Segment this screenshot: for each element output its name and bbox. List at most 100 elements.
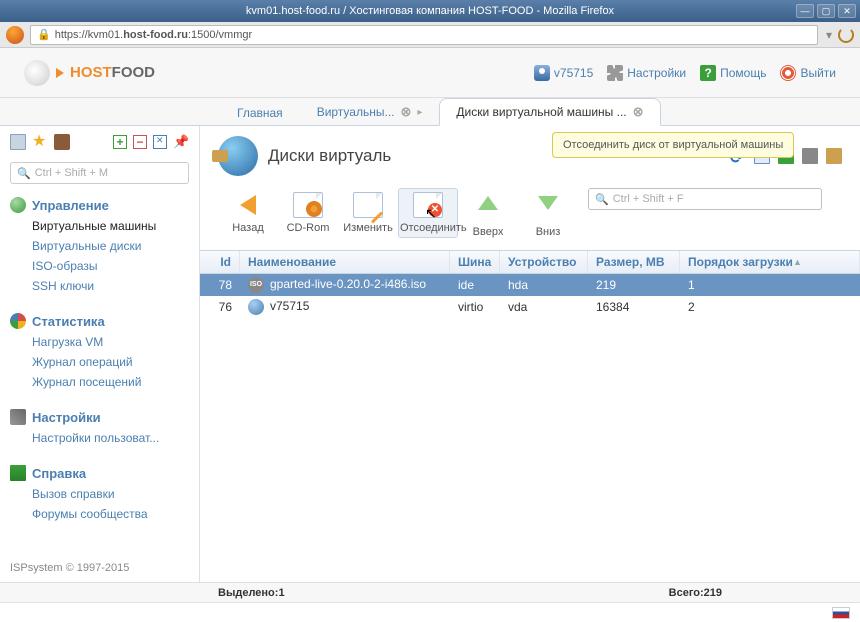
unlink-button[interactable]: ✕ ↖ Отсоединить [398, 188, 458, 238]
edit-icon [353, 192, 383, 218]
settings-link[interactable]: Настройки [607, 65, 686, 81]
book-icon [10, 465, 26, 481]
firefox-icon[interactable] [6, 26, 24, 44]
table-header: Id Наименование Шина Устройство Размер, … [200, 250, 860, 274]
arrow-up-icon [473, 196, 503, 222]
window-title: kvm01.host-food.ru / Хостинговая компани… [8, 5, 852, 17]
up-button[interactable]: Вверх [458, 188, 518, 242]
tab-home[interactable]: Главная [220, 100, 300, 126]
sidebar-head-manage[interactable]: Управление [10, 194, 189, 216]
col-dev[interactable]: Устройство [500, 251, 588, 273]
tab-disks[interactable]: Диски виртуальной машины ... ⊗ [439, 98, 660, 126]
sidebar: ★ + − 📌 🔍 Ctrl + Shift + M Управление Ви… [0, 126, 200, 582]
document-icon[interactable] [10, 134, 26, 150]
flag-ru-icon[interactable] [832, 607, 850, 619]
sidebar-item-iso[interactable]: ISO-образы [10, 256, 189, 276]
browser-title-bar: kvm01.host-food.ru / Хостинговая компани… [0, 0, 860, 22]
logo-disc-icon [24, 60, 50, 86]
help-link[interactable]: ? Помощь [700, 65, 766, 81]
reload-icon[interactable] [838, 27, 854, 43]
table-row[interactable]: 78 ISOgparted-live-0.20.0-2-i486.iso ide… [200, 274, 860, 296]
sidebar-toolbar: ★ + − 📌 [10, 134, 189, 156]
col-order[interactable]: Порядок загрузки ▲ [680, 251, 860, 273]
arrow-left-icon [233, 192, 263, 218]
sidebar-item-vm[interactable]: Виртуальные машины [10, 216, 189, 236]
sidebar-item-vislog[interactable]: Журнал посещений [10, 372, 189, 392]
action-search[interactable]: 🔍 Ctrl + Shift + F [588, 188, 822, 210]
page-title: Диски виртуаль [268, 146, 391, 166]
bottom-bar [0, 602, 860, 622]
col-id[interactable]: Id [200, 251, 240, 273]
browser-tools: ▾ [826, 27, 854, 43]
tab-bar: Главная Виртуальны... ⊗ ▸ Диски виртуаль… [0, 98, 860, 126]
configure-icon[interactable] [826, 148, 842, 164]
star-icon[interactable]: ★ [32, 134, 48, 150]
sidebar-item-oplog[interactable]: Журнал операций [10, 352, 189, 372]
sidebar-head-help[interactable]: Справка [10, 462, 189, 484]
col-name[interactable]: Наименование [240, 251, 450, 273]
pin-icon[interactable]: 📌 [173, 134, 189, 150]
url-input[interactable]: 🔒 https://kvm01.host-food.ru:1500/vmmgr [30, 25, 818, 45]
content-header: Диски виртуаль Отсоединить диск от вирту… [200, 126, 860, 186]
cdrom-button[interactable]: CD-Rom [278, 188, 338, 238]
sidebar-item-forums[interactable]: Форумы сообщества [10, 504, 189, 524]
content: Диски виртуаль Отсоединить диск от вирту… [200, 126, 860, 582]
search-icon: 🔍 [17, 167, 31, 180]
col-size[interactable]: Размер, МВ [588, 251, 680, 273]
down-button[interactable]: Вниз [518, 188, 578, 242]
table-row[interactable]: 76 v75715 virtio vda 16384 2 [200, 296, 860, 318]
dropdown-icon[interactable]: ▾ [826, 28, 832, 42]
exit-link[interactable]: Выйти [780, 65, 836, 81]
help-icon: ? [700, 65, 716, 81]
collapse-icon[interactable] [153, 135, 167, 149]
minus-icon[interactable]: − [133, 135, 147, 149]
action-toolbar: Назад CD-Rom Изменить ✕ ↖ Отсоединить Вв… [200, 186, 860, 250]
address-bar: 🔒 https://kvm01.host-food.ru:1500/vmmgr … [0, 22, 860, 48]
sidebar-item-helpcall[interactable]: Вызов справки [10, 484, 189, 504]
sort-asc-icon: ▲ [793, 257, 802, 267]
sidebar-item-ssh[interactable]: SSH ключи [10, 276, 189, 296]
logo[interactable]: HOSTFOOD [24, 60, 155, 86]
cdrom-icon [293, 192, 323, 218]
gear-icon [607, 65, 623, 81]
search-icon: 🔍 [595, 193, 609, 206]
logo-arrow-icon [56, 68, 64, 78]
back-button[interactable]: Назад [218, 188, 278, 238]
globe-large-icon [218, 136, 258, 176]
window-controls: — ▢ ✕ [796, 4, 856, 18]
total-label: Всего: [669, 587, 704, 599]
tools-icon [10, 409, 26, 425]
sidebar-item-load[interactable]: Нагрузка VM [10, 332, 189, 352]
minimize-icon[interactable]: — [796, 4, 814, 18]
app-header: HOSTFOOD v75715 Настройки ? Помощь Выйти [0, 48, 860, 98]
cursor-icon: ↖ [425, 205, 437, 222]
sidebar-head-stats[interactable]: Статистика [10, 310, 189, 332]
selected-label: Выделено: [218, 587, 278, 599]
user-icon [534, 65, 550, 81]
sidebar-search[interactable]: 🔍 Ctrl + Shift + M [10, 162, 189, 184]
plus-icon[interactable]: + [113, 135, 127, 149]
col-bus[interactable]: Шина [450, 251, 500, 273]
sidebar-head-settings[interactable]: Настройки [10, 406, 189, 428]
lock-icon: 🔒 [37, 28, 51, 41]
clipboard-icon[interactable] [54, 134, 70, 150]
user-link[interactable]: v75715 [534, 65, 593, 81]
disk-table: Id Наименование Шина Устройство Размер, … [200, 250, 860, 582]
power-icon [780, 65, 796, 81]
action-search-wrap: 🔍 Ctrl + Shift + F [588, 188, 842, 210]
chevron-right-icon: ▸ [417, 107, 422, 118]
sidebar-item-usersettings[interactable]: Настройки пользоват... [10, 428, 189, 448]
globe-icon [10, 197, 26, 213]
iso-icon: ISO [248, 277, 264, 293]
sidebar-item-disks[interactable]: Виртуальные диски [10, 236, 189, 256]
selected-value: 1 [278, 587, 284, 599]
print-icon[interactable] [802, 148, 818, 164]
tab-close-icon[interactable]: ⊗ [633, 104, 644, 120]
close-icon[interactable]: ✕ [838, 4, 856, 18]
maximize-icon[interactable]: ▢ [817, 4, 835, 18]
edit-button[interactable]: Изменить [338, 188, 398, 238]
tab-close-icon[interactable]: ⊗ [400, 104, 411, 120]
tab-vm[interactable]: Виртуальны... ⊗ ▸ [300, 98, 440, 126]
arrow-down-icon [533, 196, 563, 222]
world-icon [248, 299, 264, 315]
